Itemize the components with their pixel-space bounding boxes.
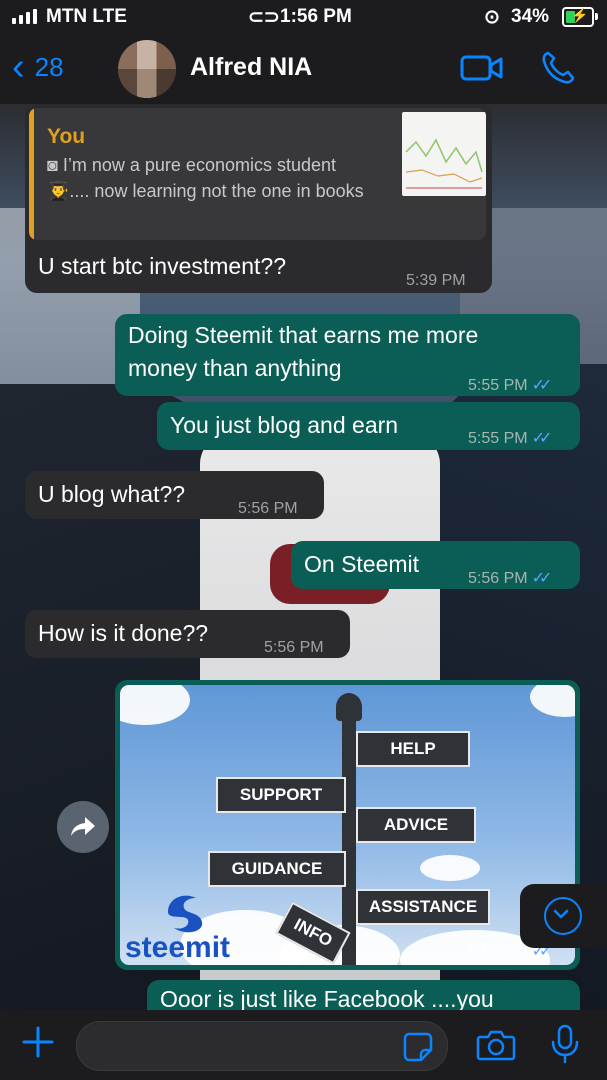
steemit-wordmark: steemit [125,931,231,964]
sign-support: SUPPORT [216,777,346,813]
message-text: You just blog and earn [170,412,399,438]
microphone-icon[interactable] [550,1024,580,1064]
sign-guidance: GUIDANCE [208,851,346,887]
message-bubble-incoming[interactable]: How is it done?? 5:56 PM [25,610,350,658]
message-meta: 5:55 PM ✓✓ [468,369,553,402]
phone-call-icon[interactable] [540,50,576,86]
battery-icon: ⚡ [562,7,598,27]
message-input-bar [0,1010,607,1080]
chevron-down-icon [544,897,582,935]
message-input[interactable] [76,1021,448,1071]
message-text-line: Doing Steemit that earns me more [128,322,479,348]
steemit-logo-icon [168,895,203,933]
message-time: 5:56 PM [264,639,324,656]
message-text-line: money than anything [128,355,342,381]
message-meta: 5:55 PM ✓✓ [468,422,553,455]
camera-icon[interactable] [476,1028,516,1062]
chat-header: ‹ 28 Alfred NIA [0,34,607,104]
sign-assistance: ASSISTANCE [356,889,490,925]
sign-help: HELP [356,731,470,767]
message-bubble-outgoing[interactable]: You just blog and earn 5:55 PM ✓✓ [157,402,580,450]
message-time: 5:56 PM [238,500,298,517]
image-message[interactable]: HELP SUPPORT ADVICE GUIDANCE ASSISTANCE … [115,680,580,970]
chevron-left-icon: ‹ [12,46,25,88]
message-bubble-outgoing[interactable]: On Steemit 5:56 PM ✓✓ [291,541,580,589]
contact-name[interactable]: Alfred NIA [190,53,312,82]
message-meta: 5:56 PM ✓✓ [468,562,553,595]
forward-arrow-icon [71,817,95,836]
rotation-lock-icon: ⊙ [484,7,500,28]
plus-icon[interactable] [20,1024,56,1060]
message-bubble-outgoing[interactable]: Doing Steemit that earns me more money t… [115,314,580,396]
signpost-image[interactable]: HELP SUPPORT ADVICE GUIDANCE ASSISTANCE … [120,685,575,965]
status-bar: MTN LTE ⊂⊃ 1:56 PM ⊙ 34% ⚡ [0,0,607,34]
avatar[interactable] [118,40,176,98]
scroll-to-bottom-button[interactable] [520,884,607,948]
message-text: Ooor is just like Facebook ....you [160,986,494,1012]
video-call-icon[interactable] [460,52,504,84]
message-text: On Steemit [304,551,420,577]
sign-advice: ADVICE [356,807,476,843]
message-text: U start btc investment?? [38,253,286,279]
quote-author: You [47,125,86,148]
back-button[interactable]: ‹ 28 [12,48,64,86]
message-time: 5:39 PM [406,272,466,289]
unread-count: 28 [34,51,64,82]
camera-small-icon: ◙ [47,155,63,175]
message-time: 5:56 PM [468,570,528,587]
message-bubble-incoming[interactable]: You ◙ I’m now a pure economics student 👨… [25,104,492,293]
message-time: 5:57 PM [468,943,528,960]
message-time: 5:55 PM [468,377,528,394]
read-receipt-icon: ✓✓ [531,430,553,447]
quote-text: ◙ I’m now a pure economics student 👨‍🎓..… [47,155,364,201]
link-icon: ⊂⊃ [248,7,280,28]
message-text: U blog what?? [38,481,186,507]
carrier-label: MTN LTE [46,6,127,27]
message-bubble-incoming[interactable]: U blog what?? 5:56 PM [25,471,324,519]
message-text: How is it done?? [38,620,209,646]
read-receipt-icon: ✓✓ [531,377,553,394]
signal-icon [12,9,37,24]
read-receipt-icon: ✓✓ [531,570,553,587]
clock: 1:56 PM [280,6,352,27]
message-time: 5:55 PM [468,430,528,447]
forward-button[interactable] [57,801,109,853]
quoted-message[interactable]: You ◙ I’m now a pure economics student 👨… [29,108,486,240]
battery-percent: 34% [511,6,550,27]
sticker-icon[interactable] [403,1032,433,1062]
quote-thumbnail [402,112,486,196]
